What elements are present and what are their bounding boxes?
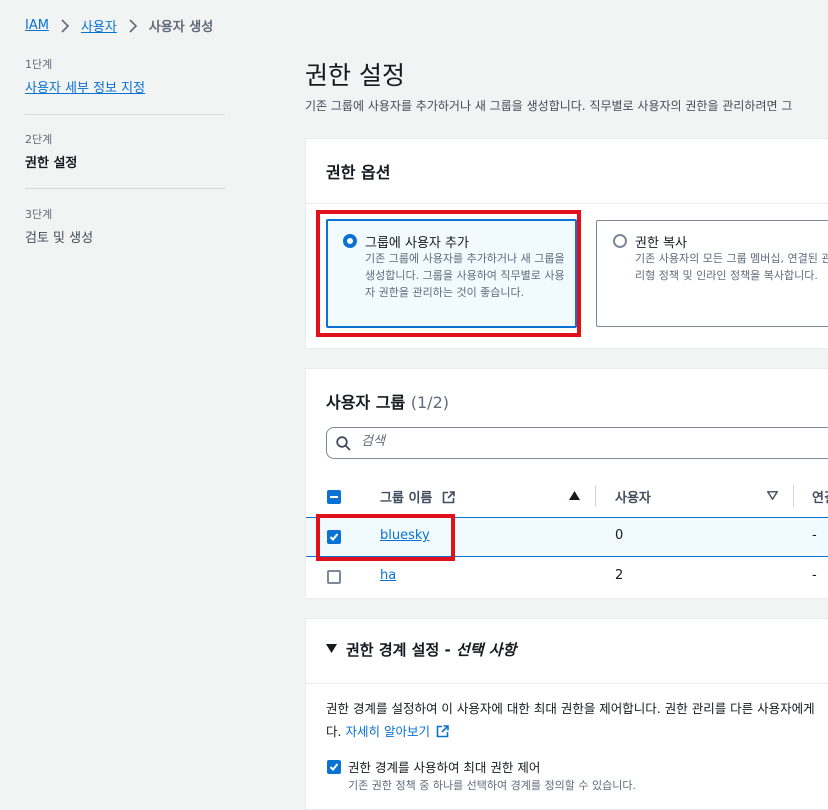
option-title: 권한 복사 [635,236,687,251]
column-label: 그룹 이름 [380,491,433,506]
search-icon [336,436,351,451]
breadcrumb: IAM 사용자 사용자 생성 [25,16,213,35]
select-all-checkbox[interactable] [327,490,341,504]
step-number: 3단계 [25,208,53,221]
page-title: 권한 설정 [305,61,405,90]
step-1: 1단계 사용자 세부 정보 지정 [25,56,145,96]
breadcrumb-current: 사용자 생성 [148,20,214,35]
group-attached: - [812,568,817,583]
divider [306,203,828,204]
group-users-count: 2 [615,568,624,583]
column-separator [595,485,596,507]
boundary-section-toggle[interactable]: 권한 경계 설정 - 선택 사항 [346,639,516,660]
row-checkbox[interactable] [327,570,341,584]
chevron-right-icon [61,18,70,33]
check-icon [329,763,339,771]
description-prefix: 다. [326,724,342,739]
step-title-current: 권한 설정 [25,156,78,171]
external-link-icon [436,725,449,738]
permission-boundary-panel: 권한 경계 설정 - 선택 사항 권한 경계를 설정하여 이 사용자에 대한 최… [305,618,828,810]
minus-icon [330,496,338,498]
step-divider [25,114,225,115]
step-number: 2단계 [25,133,53,146]
divider [306,683,828,684]
column-header-attached[interactable]: 연결 [812,487,828,506]
option-description: 기존 사용자의 모든 그룹 멤버십, 연결된 관리형 정책 및 인라인 정책을 … [635,252,828,282]
boundary-checkbox-label[interactable]: 권한 경계를 사용하여 최대 권한 제어 [348,757,540,776]
boundary-checkbox[interactable] [327,760,341,774]
step-2: 2단계 권한 설정 [25,131,77,171]
external-link-icon [442,491,455,504]
step-title: 검토 및 생성 [25,231,94,246]
column-header-group-name[interactable]: 그룹 이름 [380,487,455,506]
step-3: 3단계 검토 및 생성 [25,206,93,246]
boundary-title-optional: 선택 사항 [455,641,517,659]
user-groups-panel: 사용자 그룹 (1/2) 그룹 이름 사용자 연결 bluesky 0 - [305,368,828,599]
boundary-description-line1: 권한 경계를 설정하여 이 사용자에 대한 최대 권한을 제어합니다. 권한 관… [326,701,815,716]
chevron-right-icon [129,18,137,33]
sort-asc-icon[interactable] [569,491,580,500]
group-attached: - [812,528,817,543]
search-bar [326,427,828,459]
user-groups-count: (1/2) [410,393,449,412]
radio-copy-permissions[interactable] [613,234,627,248]
breadcrumb-iam-link[interactable]: IAM [25,18,49,33]
column-separator [793,485,794,507]
step-number: 1단계 [25,58,53,71]
column-header-users[interactable]: 사용자 [615,487,651,506]
panel-header: 권한 옵션 [326,163,391,182]
learn-more-label: 자세히 알아보기 [345,724,430,739]
page-description: 기존 그룹에 사용자를 추가하거나 새 그룹을 생성합니다. 직무별로 사용자의… [305,99,793,113]
group-users-count: 0 [615,528,624,543]
option-copy-permissions[interactable]: 권한 복사 기존 사용자의 모든 그룹 멤버십, 연결된 관리형 정책 및 인라… [596,220,828,327]
highlight-box-option [316,210,581,337]
search-input[interactable] [359,433,763,450]
user-groups-title: 사용자 그룹 [326,393,406,412]
learn-more-link[interactable]: 자세히 알아보기 [345,724,449,739]
panel-header: 사용자 그룹 (1/2) [326,389,449,413]
boundary-description-line2: 다. 자세히 알아보기 [326,721,449,742]
boundary-title: 권한 경계 설정 - [346,641,451,659]
group-name-link[interactable]: ha [380,568,396,583]
table-row[interactable]: ha 2 - [306,558,828,598]
sort-desc-icon[interactable] [767,491,778,500]
caret-down-icon[interactable] [326,644,337,653]
highlight-box-row [316,514,455,561]
step-title-link[interactable]: 사용자 세부 정보 지정 [25,77,145,96]
step-divider [25,188,225,189]
breadcrumb-users-link[interactable]: 사용자 [81,16,117,35]
